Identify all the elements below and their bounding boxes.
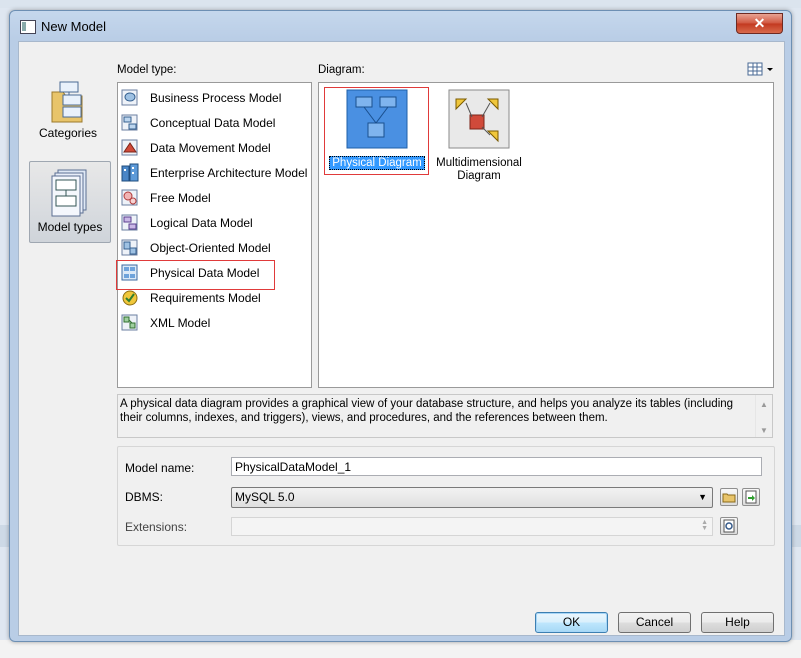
help-button[interactable]: Help bbox=[701, 612, 774, 633]
diagram-item-label-line2: Diagram bbox=[457, 170, 501, 182]
list-item[interactable]: Free Model bbox=[120, 187, 270, 209]
model-types-icon bbox=[51, 169, 87, 217]
model-name-label: Model name: bbox=[125, 461, 195, 475]
list-item-label: Free Model bbox=[150, 191, 211, 205]
model-types-label: Model types bbox=[37, 220, 103, 234]
enterprise-architecture-icon bbox=[121, 163, 139, 182]
selected-model-highlight bbox=[116, 260, 275, 290]
ok-button[interactable]: OK bbox=[535, 612, 608, 633]
categories-icon bbox=[51, 81, 83, 123]
multidimensional-diagram-icon bbox=[448, 89, 510, 149]
logical-data-icon bbox=[121, 214, 138, 231]
new-model-dialog: New Model ✕ Categories Model types Model… bbox=[9, 10, 792, 642]
list-item-label: Business Process Model bbox=[150, 91, 282, 105]
list-item[interactable]: Requirements Model bbox=[120, 287, 270, 309]
scroll-up-arrow-icon[interactable]: ▲ bbox=[756, 398, 772, 412]
desktop-background-bottom bbox=[0, 640, 801, 658]
dbms-properties-button[interactable] bbox=[742, 488, 760, 506]
model-type-list[interactable]: Business Process Model Conceptual Data M… bbox=[117, 82, 312, 388]
diagram-item-multidimensional[interactable]: Multidimensional Diagram bbox=[431, 89, 527, 183]
dbms-select[interactable]: MySQL 5.0 ▼ bbox=[231, 487, 713, 508]
model-type-label: Model type: bbox=[117, 64, 177, 76]
requirements-icon bbox=[122, 290, 138, 306]
list-item-label: Requirements Model bbox=[150, 291, 261, 305]
window-title: New Model bbox=[41, 19, 107, 34]
close-button[interactable]: ✕ bbox=[736, 13, 783, 34]
model-types-button[interactable]: Model types bbox=[29, 161, 111, 243]
select-extensions-button[interactable] bbox=[720, 517, 738, 535]
dialog-client-area: Categories Model types Model type: Busin… bbox=[18, 41, 785, 636]
window-app-icon bbox=[20, 20, 36, 34]
conceptual-data-icon bbox=[121, 114, 138, 131]
selected-diagram-highlight bbox=[324, 87, 429, 175]
description-scrollbar[interactable]: ▲ ▼ bbox=[755, 395, 772, 437]
browse-folder-button[interactable] bbox=[720, 488, 738, 506]
categories-button[interactable]: Categories bbox=[28, 78, 108, 154]
list-item[interactable]: XML Model bbox=[120, 312, 270, 334]
extensions-label: Extensions: bbox=[125, 520, 188, 534]
dbms-label: DBMS: bbox=[125, 490, 164, 504]
diagram-label: Diagram: bbox=[318, 64, 365, 76]
list-item-label: Object-Oriented Model bbox=[150, 241, 271, 255]
grid-view-icon bbox=[747, 62, 773, 76]
dbms-selected-value: MySQL 5.0 bbox=[235, 490, 295, 504]
chevron-down-icon: ▼ bbox=[698, 492, 707, 502]
magnifier-icon bbox=[723, 519, 735, 533]
list-item[interactable]: Conceptual Data Model bbox=[120, 112, 275, 134]
list-item-label: Enterprise Architecture Model bbox=[150, 166, 308, 180]
list-item-label: Conceptual Data Model bbox=[150, 116, 276, 130]
desktop-background-top bbox=[0, 0, 801, 8]
scroll-down-arrow-icon[interactable]: ▼ bbox=[756, 424, 772, 438]
folder-icon bbox=[722, 493, 736, 503]
description-box: A physical data diagram provides a graph… bbox=[117, 394, 773, 438]
model-name-input[interactable]: PhysicalDataModel_1 bbox=[231, 457, 762, 476]
extensions-input: ▲ ▼ bbox=[231, 517, 713, 536]
cancel-button[interactable]: Cancel bbox=[618, 612, 691, 633]
view-options-button[interactable] bbox=[746, 61, 778, 78]
list-item[interactable]: Logical Data Model bbox=[120, 212, 270, 234]
title-bar[interactable]: New Model ✕ bbox=[10, 11, 791, 41]
data-movement-icon bbox=[121, 139, 138, 156]
list-item[interactable]: Object-Oriented Model bbox=[120, 237, 271, 259]
diagram-item-label-line1: Multidimensional bbox=[436, 157, 522, 169]
business-process-icon bbox=[121, 89, 138, 106]
properties-icon bbox=[745, 490, 757, 504]
model-properties-group: Model name: PhysicalDataModel_1 DBMS: My… bbox=[117, 446, 775, 546]
list-item-label: Data Movement Model bbox=[150, 141, 271, 155]
categories-label: Categories bbox=[38, 126, 98, 140]
list-item[interactable]: Business Process Model bbox=[120, 87, 281, 109]
free-model-icon bbox=[121, 189, 138, 206]
list-item[interactable]: Data Movement Model bbox=[120, 137, 271, 159]
list-item-label: XML Model bbox=[150, 316, 211, 330]
object-oriented-icon bbox=[121, 239, 138, 256]
spin-arrows-icon: ▲ ▼ bbox=[701, 519, 708, 532]
list-item-label: Logical Data Model bbox=[150, 216, 253, 230]
list-item[interactable]: Enterprise Architecture Model bbox=[120, 162, 307, 184]
xml-model-icon bbox=[121, 314, 138, 331]
description-text: A physical data diagram provides a graph… bbox=[120, 398, 734, 424]
